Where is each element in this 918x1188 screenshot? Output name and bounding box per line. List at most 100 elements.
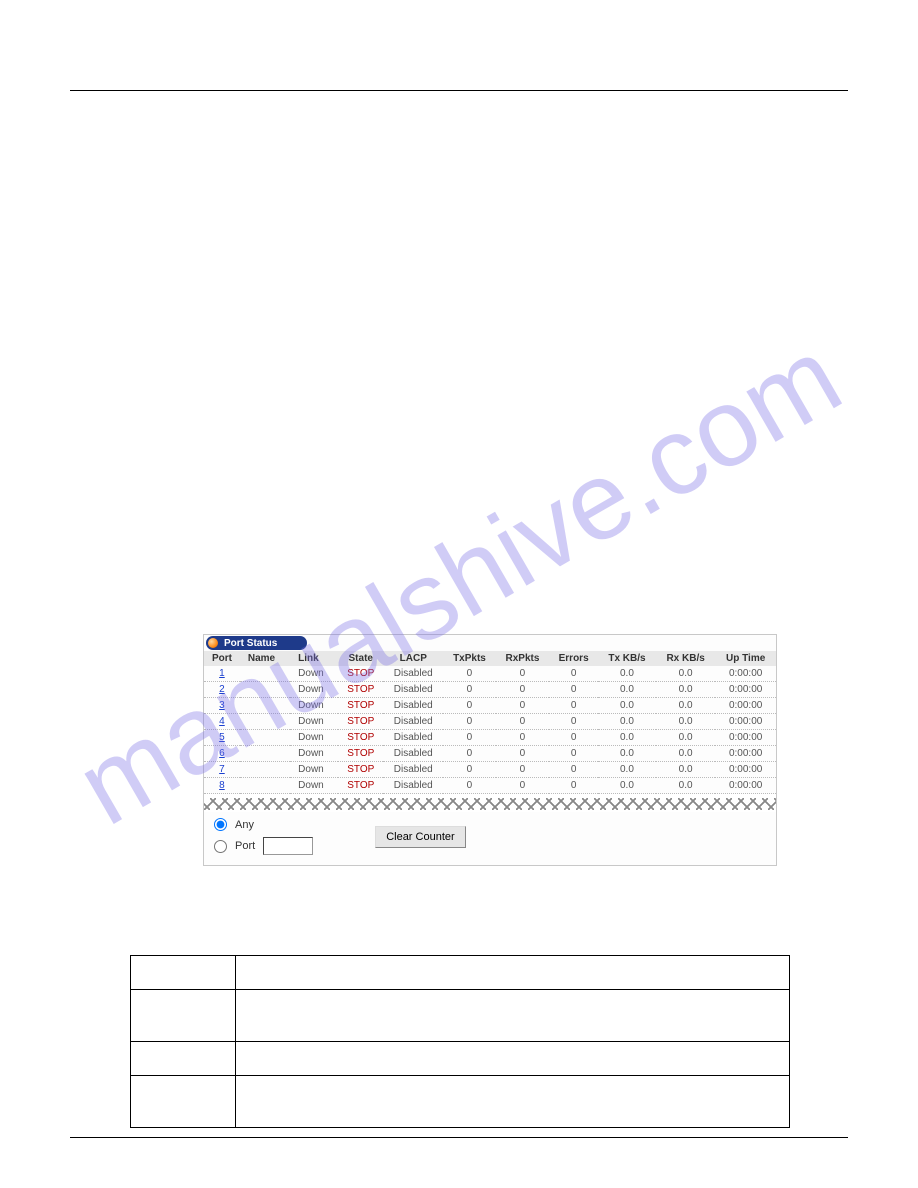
cell-txpkts: 0 [443, 778, 495, 794]
cell-name [240, 778, 290, 794]
panel-title-pill: Port Status [206, 636, 307, 650]
cell-port: 5 [204, 730, 240, 746]
cell-txkbs: 0.0 [598, 682, 656, 698]
panel-title: Port Status [224, 638, 277, 649]
cell-rxpkts: 0 [496, 746, 550, 762]
port-status-panel: Port Status Port Name Link State LACP Tx… [203, 634, 777, 866]
cell-link: Down [290, 666, 338, 682]
cell-rxkbs: 0.0 [656, 666, 715, 682]
cell-port: 4 [204, 714, 240, 730]
port-link[interactable]: 4 [219, 716, 225, 727]
cell-port: 2 [204, 682, 240, 698]
cell-txkbs: 0.0 [598, 762, 656, 778]
port-status-table: Port Name Link State LACP TxPkts RxPkts … [204, 651, 776, 794]
port-link[interactable]: 7 [219, 764, 225, 775]
port-link[interactable]: 2 [219, 684, 225, 695]
radio-any[interactable] [214, 818, 227, 831]
cell-txkbs: 0.0 [598, 730, 656, 746]
panel-titlebar: Port Status [204, 635, 776, 651]
col-link: Link [290, 651, 338, 666]
col-lacp: LACP [383, 651, 443, 666]
cell-lacp: Disabled [383, 666, 443, 682]
cell-lacp: Disabled [383, 714, 443, 730]
table-row: 5DownSTOPDisabled0000.00.00:00:00 [204, 730, 776, 746]
radio-port-label: Port [235, 840, 255, 852]
cell-txkbs: 0.0 [598, 778, 656, 794]
cell-rxpkts: 0 [496, 682, 550, 698]
clear-counter-button[interactable]: Clear Counter [375, 826, 465, 848]
cell-state: STOP [338, 730, 383, 746]
cell-name [240, 682, 290, 698]
port-number-input[interactable] [263, 837, 313, 855]
cell-uptime: 0:00:00 [715, 746, 776, 762]
cell-errors: 0 [549, 698, 598, 714]
cell-errors: 0 [549, 746, 598, 762]
panel-controls: Any Port Clear Counter [204, 812, 776, 865]
table-row: 3DownSTOPDisabled0000.00.00:00:00 [204, 698, 776, 714]
port-link[interactable]: 8 [219, 780, 225, 791]
bullet-icon [208, 638, 218, 648]
cell-uptime: 0:00:00 [715, 730, 776, 746]
table-row [131, 956, 790, 990]
cell-errors: 0 [549, 714, 598, 730]
cell-uptime: 0:00:00 [715, 778, 776, 794]
cell-name [240, 714, 290, 730]
bottom-rule [70, 1137, 848, 1138]
cell-name [240, 730, 290, 746]
cell-rxkbs: 0.0 [656, 730, 715, 746]
cell-txkbs: 0.0 [598, 746, 656, 762]
col-errors: Errors [549, 651, 598, 666]
cell-rxkbs: 0.0 [656, 682, 715, 698]
cell-txpkts: 0 [443, 682, 495, 698]
cell-lacp: Disabled [383, 730, 443, 746]
cell-uptime: 0:00:00 [715, 714, 776, 730]
port-link[interactable]: 3 [219, 700, 225, 711]
cell-link: Down [290, 682, 338, 698]
col-name: Name [240, 651, 290, 666]
cell-errors: 0 [549, 778, 598, 794]
cell-port: 3 [204, 698, 240, 714]
cell-port: 7 [204, 762, 240, 778]
cell-txpkts: 0 [443, 746, 495, 762]
table-row: 2DownSTOPDisabled0000.00.00:00:00 [204, 682, 776, 698]
description-table [130, 955, 790, 1128]
document-page: manualshive.com Port Status Port Name Li… [0, 0, 918, 1188]
cell-errors: 0 [549, 730, 598, 746]
cell-errors: 0 [549, 682, 598, 698]
cell-rxpkts: 0 [496, 714, 550, 730]
cell-link: Down [290, 730, 338, 746]
radio-group: Any Port [214, 818, 313, 855]
cell-uptime: 0:00:00 [715, 666, 776, 682]
cell-link: Down [290, 714, 338, 730]
port-link[interactable]: 6 [219, 748, 225, 759]
radio-any-label: Any [235, 819, 254, 831]
radio-port-row[interactable]: Port [214, 837, 313, 855]
col-txpkts: TxPkts [443, 651, 495, 666]
cell-rxpkts: 0 [496, 762, 550, 778]
cell-txpkts: 0 [443, 762, 495, 778]
table-row: 1DownSTOPDisabled0000.00.00:00:00 [204, 666, 776, 682]
cell-txpkts: 0 [443, 698, 495, 714]
cell-rxpkts: 0 [496, 730, 550, 746]
cell-txpkts: 0 [443, 714, 495, 730]
cell-state: STOP [338, 778, 383, 794]
table-row [131, 1042, 790, 1076]
cell-uptime: 0:00:00 [715, 682, 776, 698]
cell-uptime: 0:00:00 [715, 762, 776, 778]
table-row [131, 990, 790, 1042]
port-link[interactable]: 5 [219, 732, 225, 743]
cell-rxpkts: 0 [496, 778, 550, 794]
col-rxpkts: RxPkts [496, 651, 550, 666]
table-row: 4DownSTOPDisabled0000.00.00:00:00 [204, 714, 776, 730]
radio-any-row[interactable]: Any [214, 818, 313, 831]
cell-lacp: Disabled [383, 682, 443, 698]
cell-rxkbs: 0.0 [656, 778, 715, 794]
cell-name [240, 666, 290, 682]
cell-txpkts: 0 [443, 666, 495, 682]
cell-name [240, 746, 290, 762]
radio-port[interactable] [214, 840, 227, 853]
cell-rxkbs: 0.0 [656, 698, 715, 714]
col-txkbs: Tx KB/s [598, 651, 656, 666]
port-link[interactable]: 1 [219, 668, 225, 679]
cell-link: Down [290, 746, 338, 762]
